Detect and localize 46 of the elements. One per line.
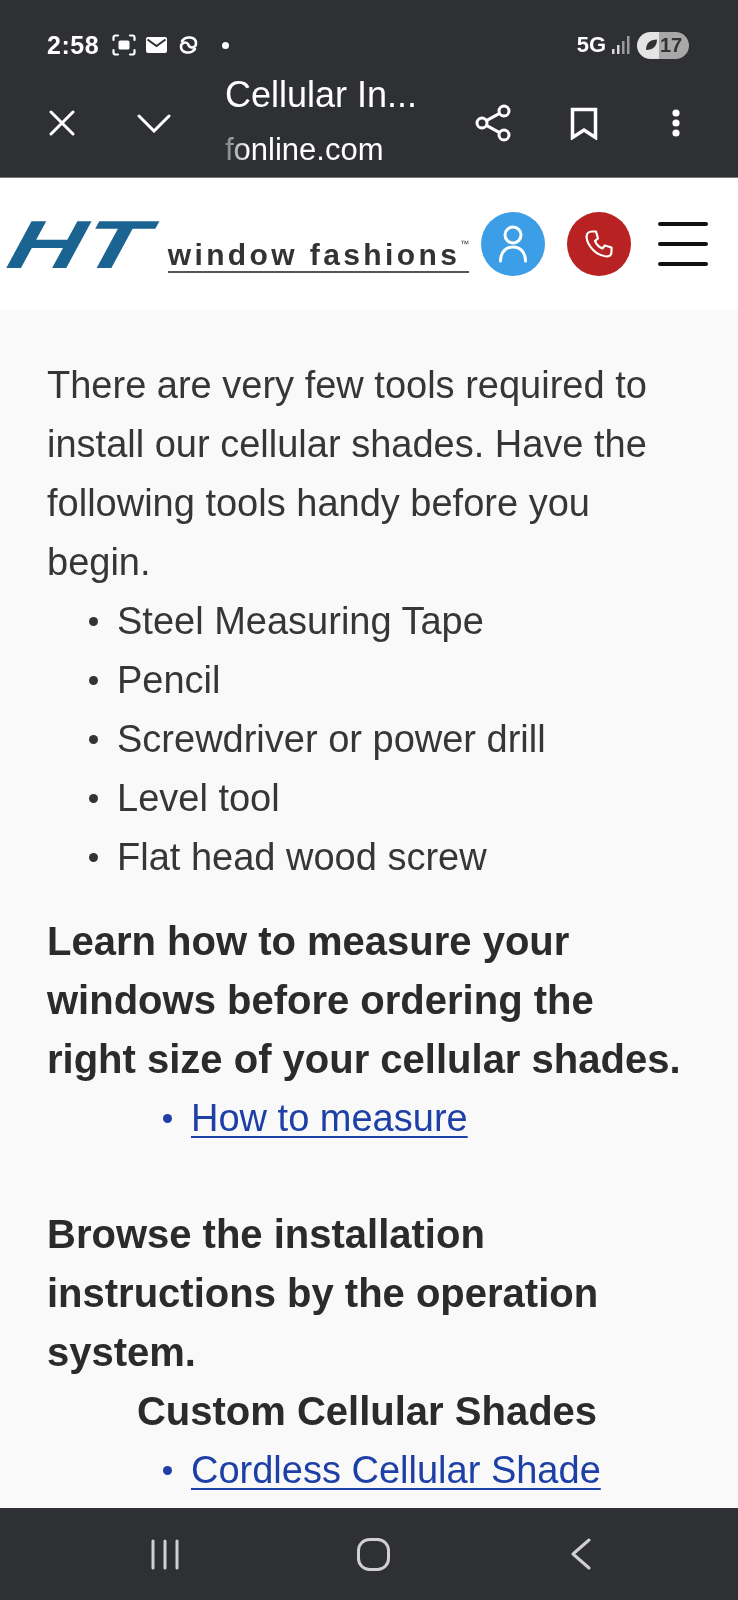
mail-icon [146,37,168,53]
battery-level: 17 [659,35,683,55]
page-title: Cellular In... [225,75,418,115]
close-icon [49,110,75,136]
bullet-icon [163,1114,172,1123]
link[interactable]: How to measure [191,1089,468,1148]
share-icon [475,104,511,142]
recent-apps-button[interactable] [150,1537,180,1571]
back-button[interactable] [569,1537,591,1571]
recent-apps-icon [151,1538,179,1570]
share-button[interactable] [475,105,511,141]
home-button[interactable] [356,1537,390,1571]
menu-button[interactable] [658,221,708,267]
section-heading: Browse the installation instructions by the operation system. [47,1211,600,1376]
list-item: Level tool [117,776,280,821]
bullet-icon [163,1466,172,1475]
dot-icon [222,41,230,49]
more-icon [672,109,680,137]
page-url: fonline.com [225,132,384,168]
menu-icon [658,221,708,267]
bullet-icon [89,853,98,862]
home-icon [356,1537,390,1571]
logo-wordmark[interactable]: window fashions$^{™}$ [167,240,470,273]
phone-icon [584,229,614,259]
bullet-icon [89,617,98,626]
bullet-icon [89,676,98,685]
link[interactable]: Cordless Cellular Shade [191,1441,601,1500]
bookmark-icon [570,106,598,140]
section-heading: Learn how to measure your windows before ordering the right size of your cellular shades. [47,918,682,1083]
chevron-down-icon [137,113,171,133]
bullet-icon [89,735,98,744]
screenshot-icon [112,34,137,56]
user-icon [498,225,528,263]
back-icon [569,1538,591,1570]
list-item: Screwdriver or power drill [117,717,546,762]
list-item: Steel Measuring Tape [117,599,484,644]
list-item: Flat head wood screw [117,835,487,880]
network-type: 5G [576,34,606,56]
leaf-icon [643,38,658,52]
subheading: Custom Cellular Shades [136,1388,598,1435]
list-item: Pencil [117,658,221,703]
intro-paragraph: There are very few tools required to install our cellular shades. Have the following tools handy before you begin. [47,363,648,585]
signal-icon [612,36,631,54]
bullet-icon [89,794,98,803]
clock-time: 2:58 [47,32,100,58]
logo-mark[interactable]: HT [4,218,167,270]
